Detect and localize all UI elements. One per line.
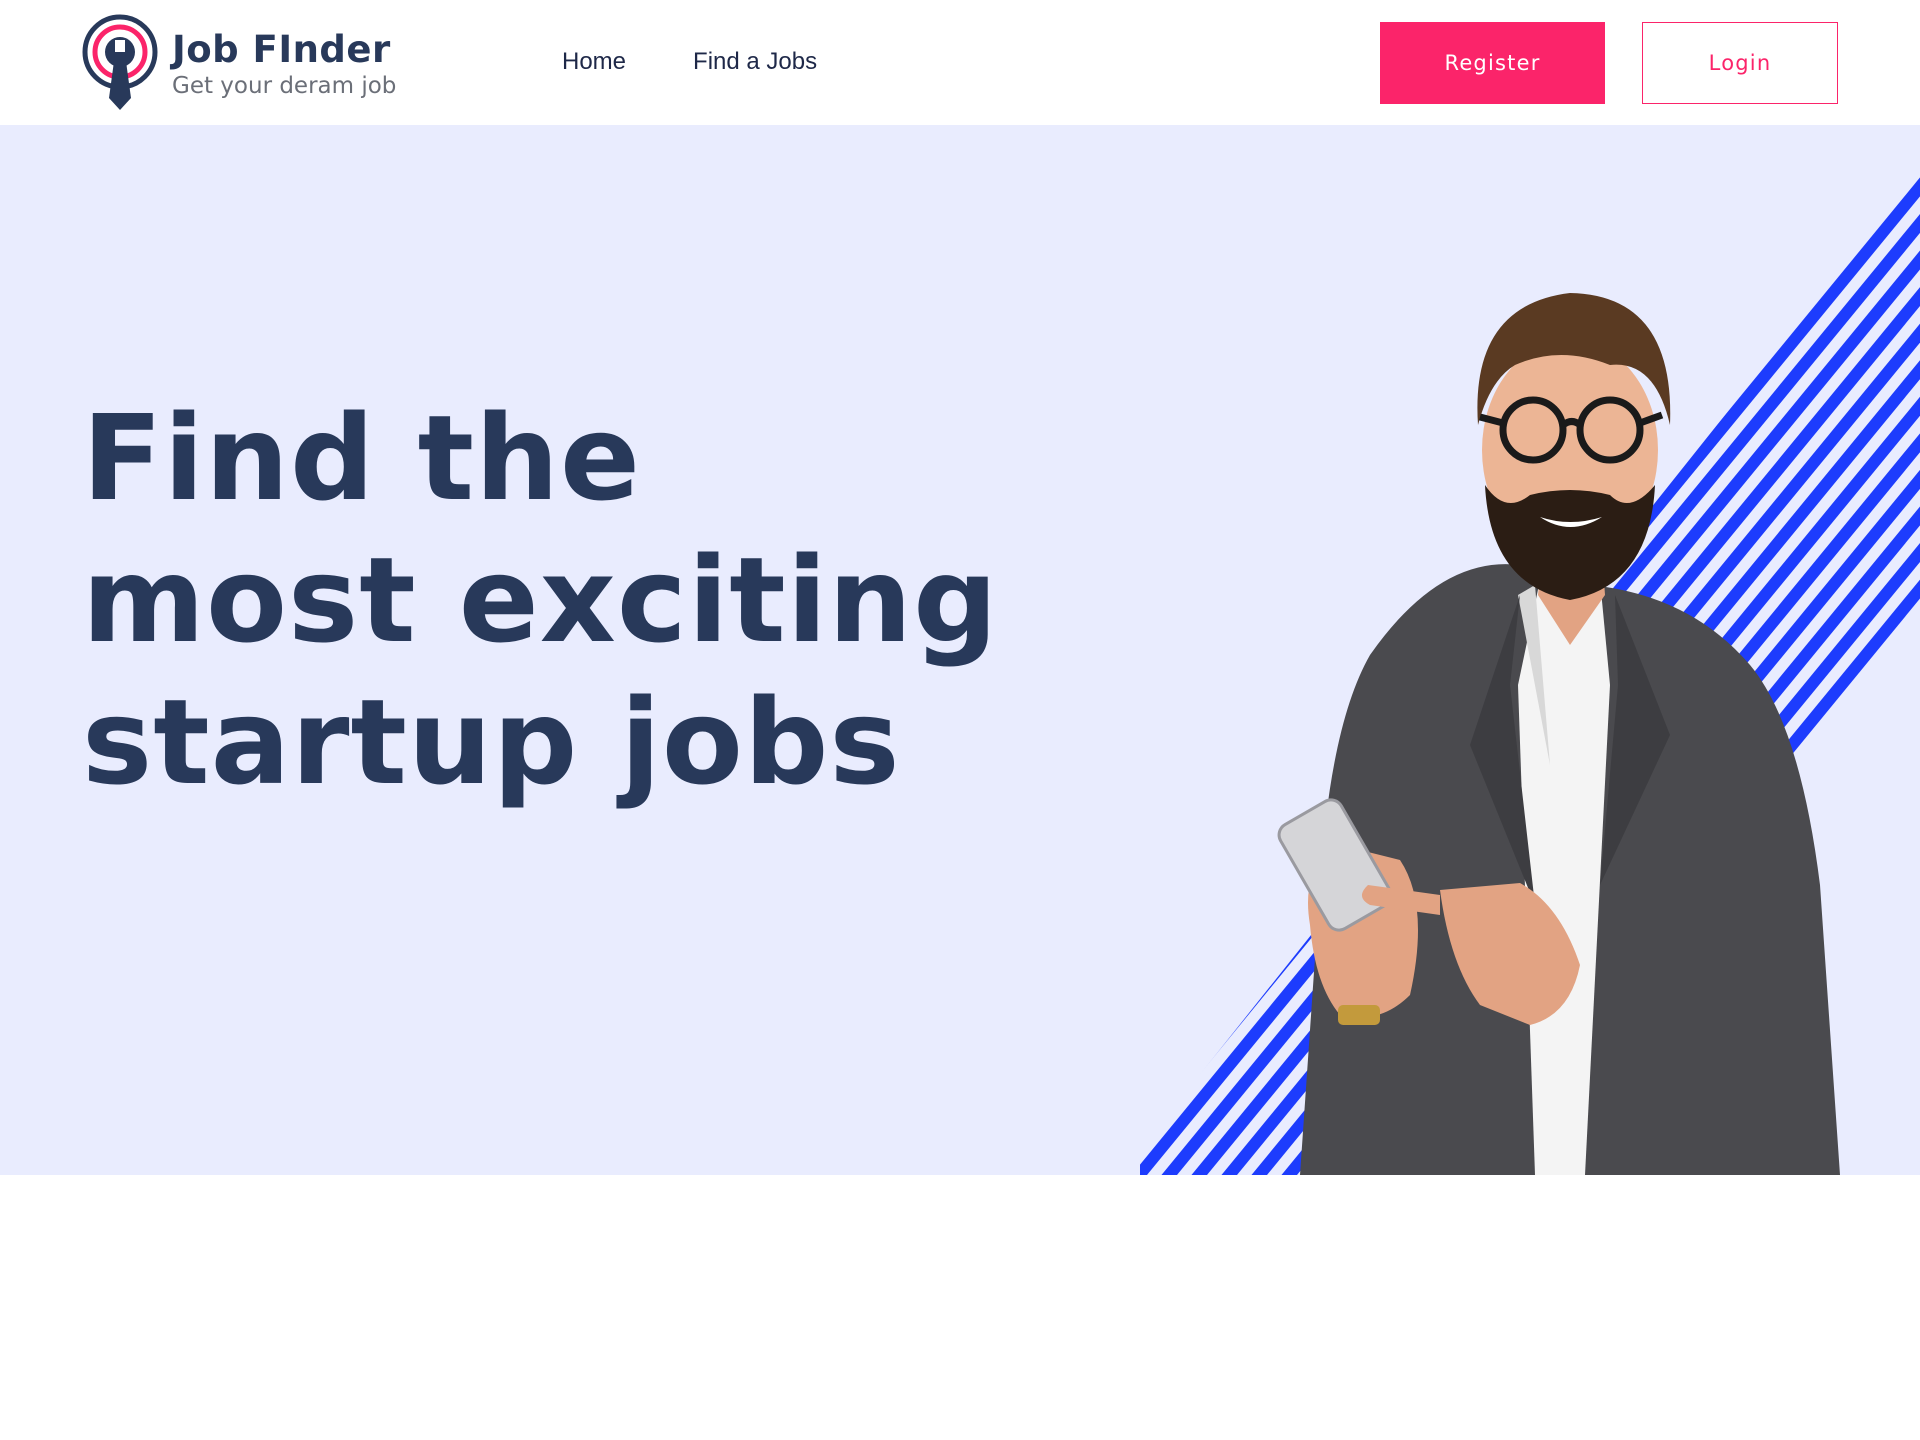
target-tie-icon [82, 14, 158, 110]
main-nav: Home Find a Jobs [562, 48, 817, 76]
hero-title-line-1: Find the [82, 389, 642, 527]
site-header: Job FInder Get your deram job Home Find … [0, 0, 1920, 125]
hero-title-line-3: startup jobs [82, 673, 901, 811]
brand-logo[interactable]: Job FInder Get your deram job [82, 14, 422, 114]
brand-tagline: Get your deram job [172, 73, 397, 99]
nav-item-find-jobs[interactable]: Find a Jobs [693, 48, 817, 76]
hero-image [1140, 170, 1920, 1175]
login-button[interactable]: Login [1642, 22, 1838, 104]
hero-title-line-2: most exciting [82, 531, 999, 669]
register-button[interactable]: Register [1380, 22, 1605, 104]
nav-item-home[interactable]: Home [562, 48, 626, 76]
brand-name: Job FInder [172, 28, 391, 71]
hero-title: Find the most exciting startup jobs [82, 387, 999, 813]
hero-section: Find the most exciting startup jobs [0, 125, 1920, 1175]
